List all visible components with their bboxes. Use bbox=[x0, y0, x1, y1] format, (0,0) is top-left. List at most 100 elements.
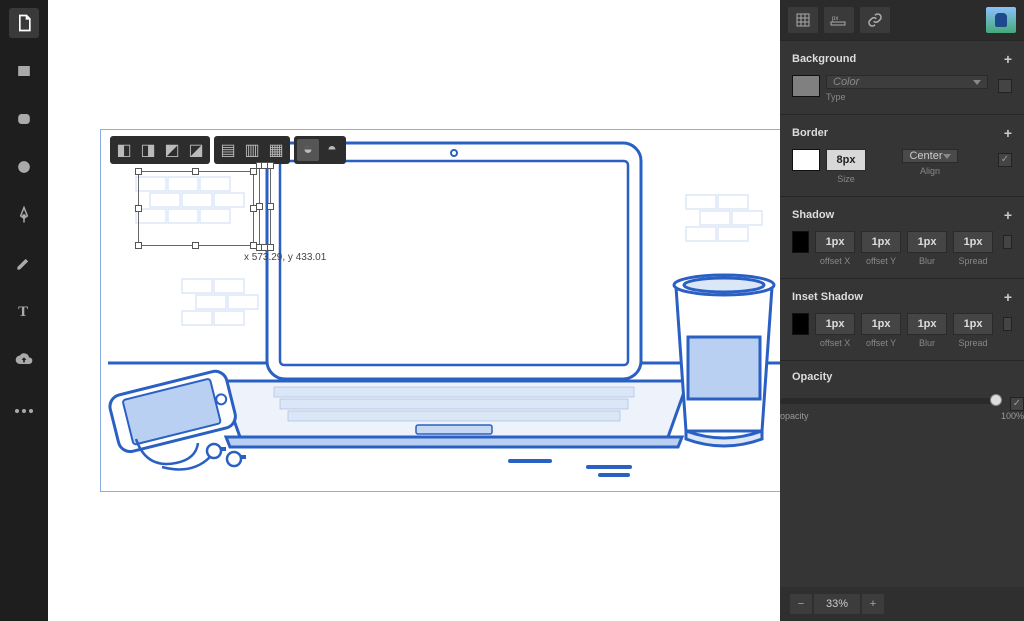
border-align-label: Align bbox=[920, 166, 940, 176]
left-toolbar: T bbox=[0, 0, 48, 621]
border-enable-check[interactable] bbox=[998, 153, 1012, 167]
user-avatar[interactable] bbox=[986, 7, 1016, 33]
more-tools-icon[interactable] bbox=[9, 396, 39, 426]
inset-offsety-input[interactable]: 1px bbox=[861, 313, 901, 335]
canvas[interactable]: ◧ ◨ ◩ ◪ ▤ ▥ ▦ ◒ ◓ x 573. bbox=[48, 0, 780, 621]
svg-text:px: px bbox=[832, 16, 838, 22]
pen-tool-icon[interactable] bbox=[9, 200, 39, 230]
shadow-blur-label: Blur bbox=[919, 256, 935, 266]
border-size-label: Size bbox=[837, 174, 855, 184]
ellipse-tool-icon[interactable] bbox=[9, 152, 39, 182]
document-tool-icon[interactable] bbox=[9, 8, 39, 38]
opacity-label: opacity bbox=[780, 411, 809, 421]
resize-handle[interactable] bbox=[135, 242, 142, 249]
shadow-offsetx-label: offset X bbox=[820, 256, 850, 266]
align-center-icon[interactable]: ▥ bbox=[241, 139, 263, 161]
add-shadow-button[interactable]: + bbox=[1004, 207, 1012, 223]
grid-toggle-icon[interactable] bbox=[788, 7, 818, 33]
inset-offsetx-input[interactable]: 1px bbox=[815, 313, 855, 335]
svg-text:T: T bbox=[18, 304, 28, 320]
inset-offsetx-label: offset X bbox=[820, 338, 850, 348]
inset-shadow-swatch[interactable] bbox=[792, 313, 809, 335]
properties-panel: px Background + Color Type Border + bbox=[780, 0, 1024, 621]
text-tool-icon[interactable]: T bbox=[9, 296, 39, 326]
app-root: T bbox=[0, 0, 1024, 621]
shadow-offsety-label: offset Y bbox=[866, 256, 896, 266]
bring-front-icon[interactable]: ◒ bbox=[297, 139, 319, 161]
coordinate-readout: x 573.29, y 433.01 bbox=[244, 252, 326, 263]
shadow-enable-check[interactable] bbox=[1003, 235, 1012, 249]
border-section: Border + 8px Size Center Align bbox=[780, 114, 1024, 196]
align-left-icon[interactable]: ▤ bbox=[217, 139, 239, 161]
pencil-tool-icon[interactable] bbox=[9, 248, 39, 278]
resize-handle[interactable] bbox=[267, 244, 274, 251]
rectangle-tool-icon[interactable] bbox=[9, 56, 39, 86]
ruler-units-icon[interactable]: px bbox=[824, 7, 854, 33]
zoom-value[interactable]: 33% bbox=[814, 594, 860, 614]
exclude-icon[interactable]: ◪ bbox=[185, 139, 207, 161]
opacity-enable-check[interactable] bbox=[1010, 397, 1024, 411]
opacity-slider-thumb[interactable] bbox=[990, 394, 1002, 406]
inset-shadow-title: Inset Shadow bbox=[792, 291, 863, 303]
zoom-out-button[interactable]: − bbox=[790, 594, 812, 614]
selection-rect-2[interactable] bbox=[259, 165, 271, 248]
shape-options-toolbar: ◧ ◨ ◩ ◪ ▤ ▥ ▦ ◒ ◓ bbox=[110, 136, 346, 164]
send-back-icon[interactable]: ◓ bbox=[321, 139, 343, 161]
border-size-input[interactable]: 8px bbox=[826, 149, 866, 171]
opacity-section: Opacity opacity 100% bbox=[780, 360, 1024, 425]
align-group: ▤ ▥ ▦ bbox=[214, 136, 290, 164]
border-title: Border bbox=[792, 127, 828, 139]
add-inset-shadow-button[interactable]: + bbox=[1004, 289, 1012, 305]
background-color-label: Color bbox=[833, 76, 859, 88]
intersect-icon[interactable]: ◩ bbox=[161, 139, 183, 161]
add-background-button[interactable]: + bbox=[1004, 51, 1012, 67]
resize-handle[interactable] bbox=[135, 168, 142, 175]
order-group: ◒ ◓ bbox=[294, 136, 346, 164]
subtract-icon[interactable]: ◨ bbox=[137, 139, 159, 161]
border-align-value: Center bbox=[909, 150, 942, 162]
background-title: Background bbox=[792, 53, 856, 65]
panel-top-toolbar: px bbox=[780, 0, 1024, 40]
inset-spread-label: Spread bbox=[959, 338, 988, 348]
inset-spread-input[interactable]: 1px bbox=[953, 313, 993, 335]
shadow-swatch[interactable] bbox=[792, 231, 809, 253]
shadow-offsety-input[interactable]: 1px bbox=[861, 231, 901, 253]
resize-handle[interactable] bbox=[256, 203, 263, 210]
opacity-title: Opacity bbox=[792, 371, 832, 383]
resize-handle[interactable] bbox=[267, 162, 274, 169]
background-swatch[interactable] bbox=[792, 75, 820, 97]
inset-blur-label: Blur bbox=[919, 338, 935, 348]
zoom-in-button[interactable]: + bbox=[862, 594, 884, 614]
selection-rect-1[interactable] bbox=[138, 171, 254, 246]
inset-offsety-label: offset Y bbox=[866, 338, 896, 348]
resize-handle[interactable] bbox=[192, 242, 199, 249]
opacity-slider[interactable] bbox=[780, 398, 1000, 404]
union-icon[interactable]: ◧ bbox=[113, 139, 135, 161]
opacity-value: 100% bbox=[1001, 411, 1024, 421]
align-right-icon[interactable]: ▦ bbox=[265, 139, 287, 161]
resize-handle[interactable] bbox=[250, 168, 257, 175]
resize-handle[interactable] bbox=[267, 203, 274, 210]
shadow-spread-input[interactable]: 1px bbox=[953, 231, 993, 253]
zoom-controls: − 33% + bbox=[780, 587, 1024, 621]
border-swatch[interactable] bbox=[792, 149, 820, 171]
link-icon[interactable] bbox=[860, 7, 890, 33]
cloud-upload-tool-icon[interactable] bbox=[9, 344, 39, 374]
inset-shadow-enable-check[interactable] bbox=[1003, 317, 1012, 331]
inset-shadow-section: Inset Shadow + 1px offset X 1px offset Y 1p… bbox=[780, 278, 1024, 360]
background-enable-check[interactable] bbox=[998, 79, 1012, 93]
background-section: Background + Color Type bbox=[780, 40, 1024, 114]
inset-blur-input[interactable]: 1px bbox=[907, 313, 947, 335]
border-align-dropdown[interactable]: Center bbox=[902, 149, 957, 163]
rounded-rect-tool-icon[interactable] bbox=[9, 104, 39, 134]
shadow-section: Shadow+ 1pxoffset X 1pxoffset Y 1pxBlur … bbox=[780, 196, 1024, 278]
background-color-dropdown[interactable]: Color bbox=[826, 75, 988, 89]
shadow-offsetx-input[interactable]: 1px bbox=[815, 231, 855, 253]
resize-handle[interactable] bbox=[135, 205, 142, 212]
boolean-ops-group: ◧ ◨ ◩ ◪ bbox=[110, 136, 210, 164]
background-type-label: Type bbox=[826, 92, 988, 102]
shadow-title: Shadow bbox=[792, 209, 834, 221]
add-border-button[interactable]: + bbox=[1004, 125, 1012, 141]
shadow-blur-input[interactable]: 1px bbox=[907, 231, 947, 253]
resize-handle[interactable] bbox=[192, 168, 199, 175]
